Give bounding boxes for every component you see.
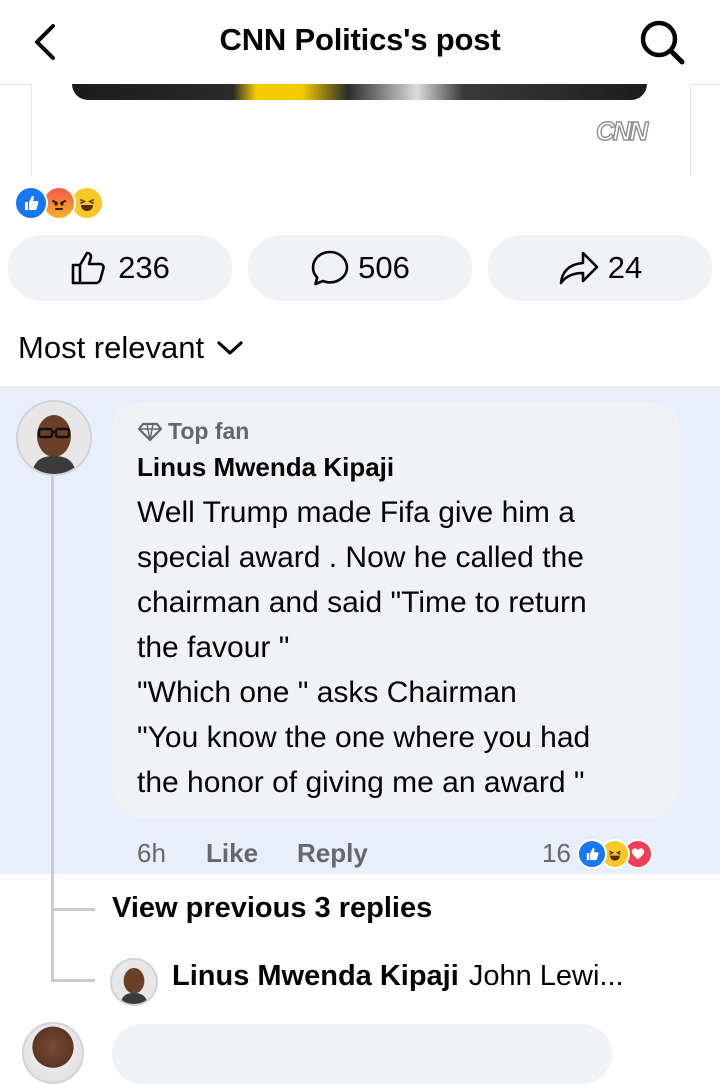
like-count: 236: [118, 250, 170, 285]
like-button[interactable]: 236: [8, 235, 232, 301]
avatar[interactable]: [16, 400, 92, 476]
thread-line: [51, 474, 54, 982]
comment-bubble[interactable]: [112, 1024, 612, 1084]
top-fan-badge: Top fan: [138, 418, 249, 445]
avatar[interactable]: [22, 1022, 84, 1084]
sort-label: Most relevant: [18, 330, 205, 365]
share-count: 24: [607, 250, 643, 285]
thumbs-up-icon: [71, 251, 105, 285]
top-fan-label: Top fan: [168, 418, 250, 444]
thread-branch: [51, 908, 95, 911]
like-reaction-icon: [576, 838, 607, 869]
page-title: CNN Politics's post: [219, 22, 501, 57]
reply-author[interactable]: Linus Mwenda Kipaji: [172, 960, 459, 992]
diamond-icon: [138, 422, 162, 441]
reaction-summary[interactable]: [14, 186, 104, 220]
comment-like-button[interactable]: Like: [206, 838, 258, 869]
comment-timestamp[interactable]: 6h: [137, 838, 166, 869]
comment-reactions[interactable]: 16: [542, 838, 653, 869]
like-reaction-icon: [14, 186, 48, 220]
search-icon: [640, 20, 685, 65]
thread-branch: [51, 979, 95, 982]
comment-bubble-icon: [311, 250, 349, 286]
share-button[interactable]: 24: [488, 235, 712, 301]
comment-text: Well Trump made Fifa give him a special …: [137, 496, 591, 799]
comment-sort-dropdown[interactable]: Most relevant: [18, 328, 244, 368]
comment-button[interactable]: 506: [248, 235, 472, 301]
reply-preview[interactable]: Linus Mwenda Kipaji John Lewi...: [172, 960, 624, 993]
cnn-logo: CNN: [595, 115, 649, 146]
view-previous-replies-link[interactable]: View previous 3 replies: [112, 892, 432, 925]
comment-count: 506: [358, 250, 410, 285]
share-arrow-icon: [559, 251, 599, 285]
comment-reply-button[interactable]: Reply: [297, 838, 368, 869]
chevron-down-icon: [217, 341, 243, 355]
search-button[interactable]: [632, 14, 692, 70]
avatar[interactable]: [110, 958, 158, 1006]
comment-reaction-count: 16: [542, 838, 571, 868]
post-image[interactable]: [72, 84, 647, 100]
comment-author[interactable]: Linus Mwenda Kipaji: [137, 452, 394, 483]
reply-snippet: John Lewi...: [468, 960, 624, 992]
